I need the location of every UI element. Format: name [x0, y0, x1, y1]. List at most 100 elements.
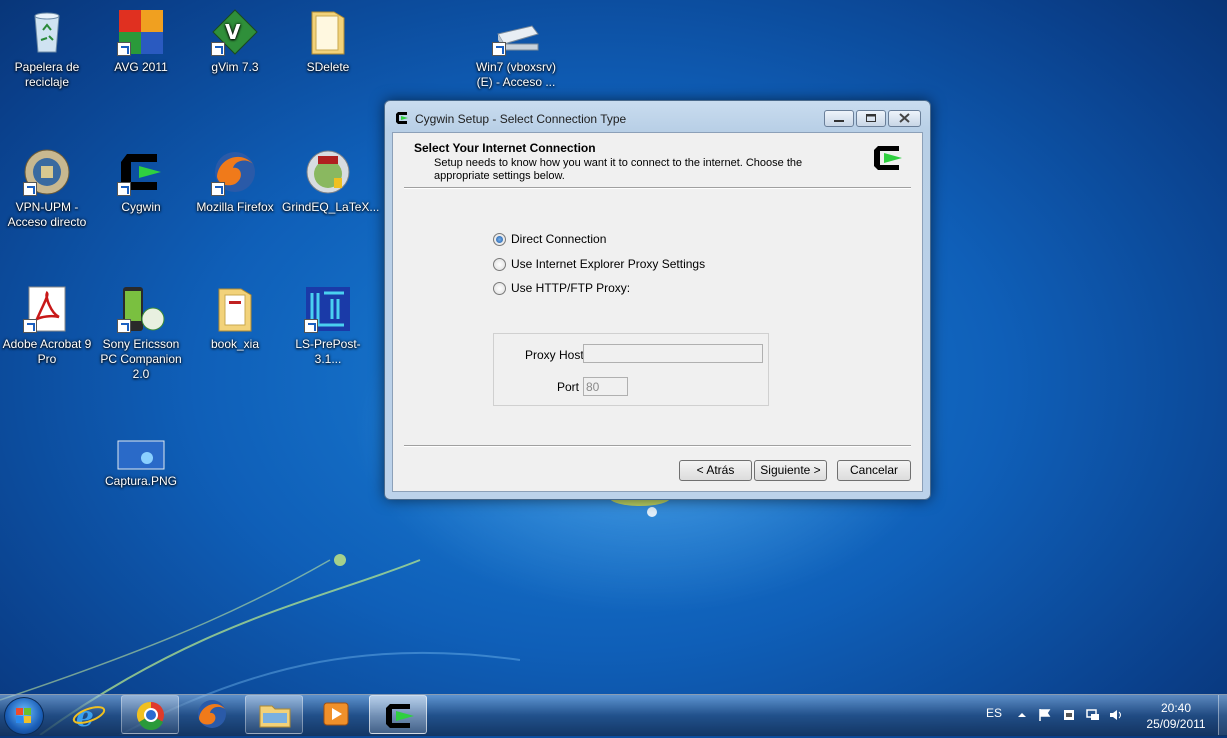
- shortcut-arrow-icon: [492, 42, 506, 56]
- header-description: Setup needs to know how you want it to c…: [434, 157, 803, 182]
- volume-icon[interactable]: [1109, 708, 1123, 722]
- desktop-icon-sony-ericsson[interactable]: Sony Ericsson PC Companion 2.0: [95, 285, 187, 382]
- vpn-upm-icon: [23, 148, 71, 196]
- desktop-icon-network-drive[interactable]: Win7 (vboxsrv) (E) - Acceso ...: [470, 20, 562, 90]
- internet-explorer-icon: e: [72, 700, 106, 733]
- radio-button[interactable]: [493, 257, 506, 271]
- media-player-icon: [323, 702, 349, 726]
- shortcut-arrow-icon: [211, 42, 225, 56]
- language-indicator[interactable]: ES: [986, 706, 1002, 720]
- shortcut-arrow-icon: [23, 319, 37, 333]
- dialog-titlebar[interactable]: Cygwin Setup - Select Connection Type: [385, 101, 930, 133]
- show-desktop-button[interactable]: [1218, 695, 1227, 735]
- action-center-flag-icon[interactable]: [1038, 708, 1052, 722]
- header-title: Select Your Internet Connection: [414, 141, 596, 155]
- desktop-icon-label: Mozilla Firefox: [196, 200, 274, 214]
- radio-ie-proxy[interactable]: Use Internet Explorer Proxy Settings: [493, 257, 705, 271]
- taskbar-chrome[interactable]: [121, 695, 179, 734]
- cygwin-icon: [386, 704, 414, 728]
- shortcut-arrow-icon: [117, 42, 131, 56]
- desktop-icon-firefox[interactable]: Mozilla Firefox: [189, 148, 281, 215]
- maximize-icon: [866, 114, 876, 122]
- next-button[interactable]: Siguiente >: [754, 460, 827, 481]
- gvim-icon: V: [211, 8, 259, 56]
- dialog-client-area: Select Your Internet Connection Setup ne…: [392, 132, 923, 492]
- minimize-button[interactable]: [824, 110, 854, 127]
- desktop-icon-ls-prepost[interactable]: LS-PrePost-3.1...: [282, 285, 374, 367]
- desktop-icon-recycle-bin[interactable]: Papelera de reciclaje: [1, 8, 93, 90]
- desktop-icon-grindeq[interactable]: GrindEQ_LaTeX...: [282, 148, 379, 215]
- svg-text:V: V: [225, 20, 241, 44]
- desktop-icon-sdelete[interactable]: SDelete: [282, 8, 374, 75]
- desktop-icon-gvim[interactable]: V gVim 7.3: [189, 8, 281, 75]
- image-file-icon: [117, 440, 165, 470]
- shortcut-arrow-icon: [23, 182, 37, 196]
- show-hidden-icons-icon[interactable]: [1015, 708, 1029, 722]
- shortcut-arrow-icon: [211, 182, 225, 196]
- radio-button[interactable]: [493, 232, 506, 246]
- desktop-icon-label: Cygwin: [121, 200, 161, 214]
- desktop-icon-avg[interactable]: AVG 2011: [95, 8, 187, 75]
- desktop-icon-label: book_xia: [210, 337, 260, 351]
- network-drive-icon: [492, 20, 540, 56]
- proxy-host-label: Proxy Host: [525, 348, 584, 362]
- close-button[interactable]: [888, 110, 921, 127]
- firefox-icon: [211, 148, 259, 196]
- minimize-icon: [834, 120, 844, 122]
- radio-http-ftp-proxy[interactable]: Use HTTP/FTP Proxy:: [493, 281, 630, 295]
- desktop-icon-captura[interactable]: Captura.PNG: [95, 440, 187, 489]
- clock-date: 25/09/2011: [1146, 717, 1206, 731]
- shortcut-arrow-icon: [304, 319, 318, 333]
- proxy-settings-group: Proxy Host Port 80: [493, 333, 769, 406]
- avg-icon: [117, 8, 165, 56]
- desktop-icon-label: Captura.PNG: [104, 474, 178, 488]
- cygwin-setup-dialog: Cygwin Setup - Select Connection Type Se…: [384, 100, 931, 500]
- recycle-bin-icon: [23, 8, 71, 56]
- cygwin-logo-icon: [874, 146, 902, 170]
- radio-label: Use Internet Explorer Proxy Settings: [511, 257, 706, 271]
- windows-logo-icon: [16, 708, 31, 723]
- radio-button[interactable]: [493, 281, 506, 295]
- header-separator: [404, 187, 911, 189]
- system-clock[interactable]: 20:40 25/09/2011: [1136, 700, 1216, 732]
- cygwin-icon: [117, 148, 165, 196]
- cygwin-icon: [396, 112, 408, 124]
- network-icon[interactable]: [1086, 708, 1100, 722]
- taskbar-firefox[interactable]: [183, 695, 241, 734]
- port-label: Port: [557, 380, 580, 394]
- cancel-button[interactable]: Cancelar: [837, 460, 911, 481]
- desktop-icon-cygwin[interactable]: Cygwin: [95, 148, 187, 215]
- radio-label: Direct Connection: [511, 232, 607, 246]
- shortcut-arrow-icon: [117, 319, 131, 333]
- radio-label: Use HTTP/FTP Proxy:: [511, 281, 631, 295]
- footer-separator: [404, 445, 911, 447]
- safely-remove-hardware-icon[interactable]: [1062, 708, 1076, 722]
- close-icon: [899, 113, 910, 123]
- port-input[interactable]: 80: [583, 377, 628, 396]
- desktop-icon-label: SDelete: [306, 60, 350, 74]
- chrome-icon: [136, 701, 164, 730]
- radio-direct-connection[interactable]: Direct Connection: [493, 232, 606, 246]
- maximize-button[interactable]: [856, 110, 886, 127]
- desktop-icon-label: AVG 2011: [114, 60, 168, 74]
- desktop-icon-label: Sony Ericsson PC Companion 2.0: [100, 337, 182, 381]
- svg-text:e: e: [76, 700, 94, 733]
- start-button[interactable]: [4, 697, 44, 735]
- acrobat-icon: [23, 285, 71, 333]
- proxy-host-input[interactable]: [583, 344, 763, 363]
- desktop-icon-book-xia[interactable]: book_xia: [189, 285, 281, 352]
- desktop-icon-acrobat[interactable]: Adobe Acrobat 9 Pro: [1, 285, 93, 367]
- desktop-icon-label: Win7 (vboxsrv) (E) - Acceso ...: [475, 60, 556, 89]
- taskbar-windows-explorer[interactable]: [245, 695, 303, 734]
- firefox-icon: [198, 700, 226, 728]
- taskbar-media-player[interactable]: [307, 695, 365, 734]
- desktop-icon-vpn-upm[interactable]: VPN-UPM - Acceso directo: [1, 148, 93, 230]
- desktop-icon-label: LS-PrePost-3.1...: [295, 337, 361, 366]
- folder-icon: [304, 8, 352, 56]
- back-button[interactable]: < Atrás: [679, 460, 752, 481]
- desktop-icon-label: Papelera de reciclaje: [14, 60, 80, 89]
- taskbar-internet-explorer[interactable]: e: [60, 695, 118, 734]
- clock-time: 20:40: [1160, 701, 1192, 715]
- taskbar-cygwin[interactable]: [369, 695, 427, 734]
- grindeq-icon: [304, 148, 352, 196]
